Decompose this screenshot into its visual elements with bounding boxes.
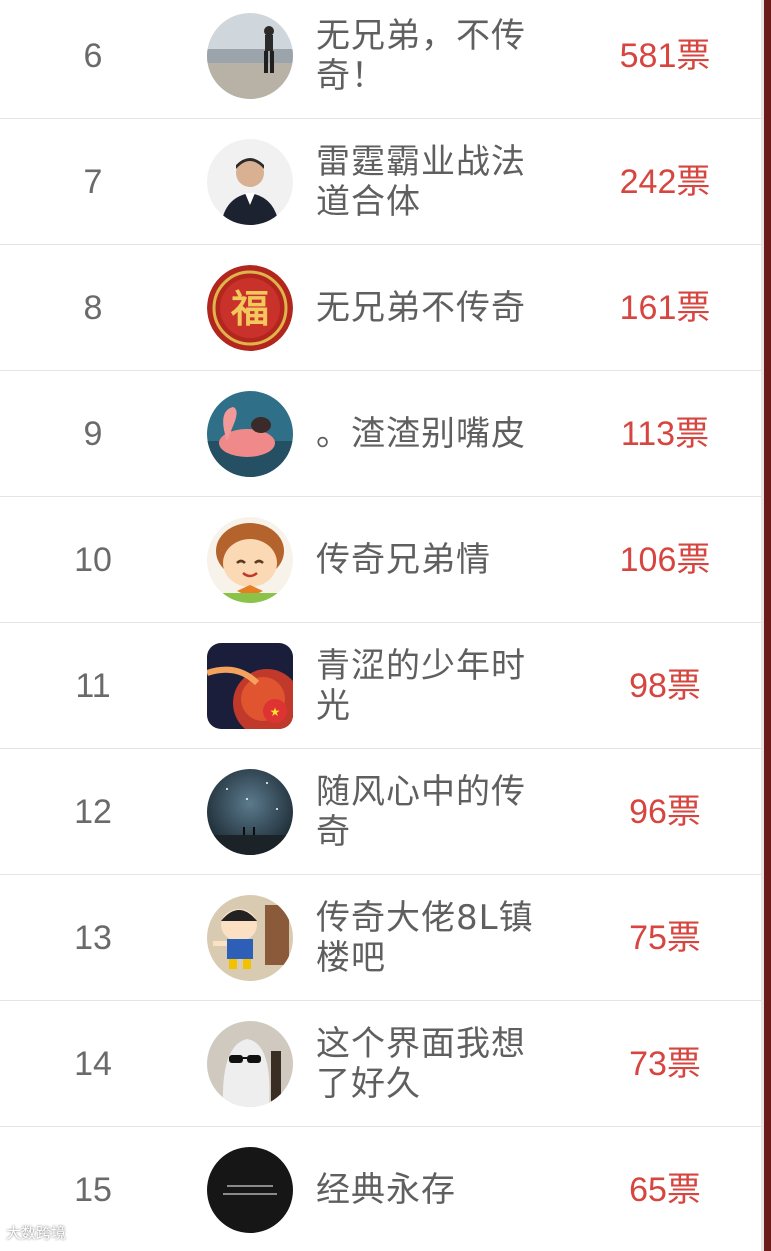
rank-number: 7 [83, 163, 103, 201]
rank-number: 10 [74, 541, 112, 579]
ranking-list: 6 无兄弟，不传奇！ 581票 7 雷霆霸业战法道合体 242票 8 福 无兄弟… [0, 0, 764, 1251]
beach-figure-avatar-icon[interactable] [207, 13, 293, 99]
vote-count: 98票 [629, 667, 701, 705]
vote-count: 113票 [620, 415, 710, 453]
rank-number: 13 [74, 919, 112, 957]
vote-count: 242票 [619, 163, 711, 201]
rank-number: 9 [83, 415, 103, 453]
user-name: 传奇兄弟情 [316, 540, 491, 580]
ranking-row[interactable]: 14 这个界面我想了好久 73票 [0, 1001, 764, 1127]
user-name: 无兄弟，不传奇！ [316, 16, 526, 96]
cartoon-boy-avatar-icon[interactable] [207, 517, 293, 603]
rank-number: 6 [83, 37, 103, 75]
ranking-row[interactable]: 9 。渣渣别嘴皮 113票 [0, 371, 764, 497]
vote-count: 65票 [629, 1171, 701, 1209]
watermark-text: 大数跨境 [6, 1224, 67, 1242]
ranking-row[interactable]: 10 传奇兄弟情 106票 [0, 497, 764, 623]
vote-count: 73票 [629, 1045, 701, 1083]
sunglasses-ghost-avatar-icon[interactable] [207, 1021, 293, 1107]
vote-count: 75票 [629, 919, 701, 957]
vote-count: 161票 [619, 289, 711, 327]
vote-count: 96票 [629, 793, 701, 831]
user-name: 随风心中的传奇 [316, 772, 526, 852]
vote-count: 581票 [619, 37, 711, 75]
ranking-row[interactable]: 13 传奇大佬8L镇楼吧 75票 [0, 875, 764, 1001]
user-name: 。渣渣别嘴皮 [316, 414, 526, 454]
user-name: 这个界面我想了好久 [316, 1024, 526, 1104]
ranking-row[interactable]: 6 无兄弟，不传奇！ 581票 [0, 0, 764, 119]
flamingo-float-avatar-icon[interactable] [207, 391, 293, 477]
fu-character-avatar-icon[interactable]: 福 [207, 265, 293, 351]
rank-number: 14 [74, 1045, 112, 1083]
user-name: 经典永存 [316, 1170, 456, 1210]
ranking-row[interactable]: 8 福 无兄弟不传奇 161票 [0, 245, 764, 371]
rank-number: 8 [83, 289, 103, 327]
user-name: 无兄弟不传奇 [316, 288, 526, 328]
ranking-row[interactable]: 12 随风心中的传奇 96票 [0, 749, 764, 875]
night-sky-avatar-icon[interactable] [207, 769, 293, 855]
svg-text:★: ★ [270, 705, 281, 719]
user-name: 雷霆霸业战法道合体 [316, 142, 526, 222]
right-border [764, 0, 771, 1251]
ranking-row[interactable]: 7 雷霆霸业战法道合体 242票 [0, 119, 764, 245]
user-name: 传奇大佬8L镇楼吧 [316, 898, 534, 978]
rank-number: 11 [75, 667, 111, 705]
rank-number: 12 [74, 793, 112, 831]
ranking-page: 6 无兄弟，不传奇！ 581票 7 雷霆霸业战法道合体 242票 8 福 无兄弟… [0, 0, 771, 1251]
vote-count: 106票 [619, 541, 711, 579]
user-name: 青涩的少年时光 [316, 646, 526, 726]
svg-text:福: 福 [230, 287, 269, 331]
crayon-shin-chan-avatar-icon[interactable] [207, 895, 293, 981]
planet-flag-avatar-icon[interactable]: ★ [207, 643, 293, 729]
ranking-row[interactable]: 15 经典永存 65票 [0, 1127, 764, 1251]
man-portrait-avatar-icon[interactable] [207, 139, 293, 225]
dark-text-avatar-icon[interactable] [207, 1147, 293, 1233]
ranking-row[interactable]: 11 ★ 青涩的少年时光 98票 [0, 623, 764, 749]
